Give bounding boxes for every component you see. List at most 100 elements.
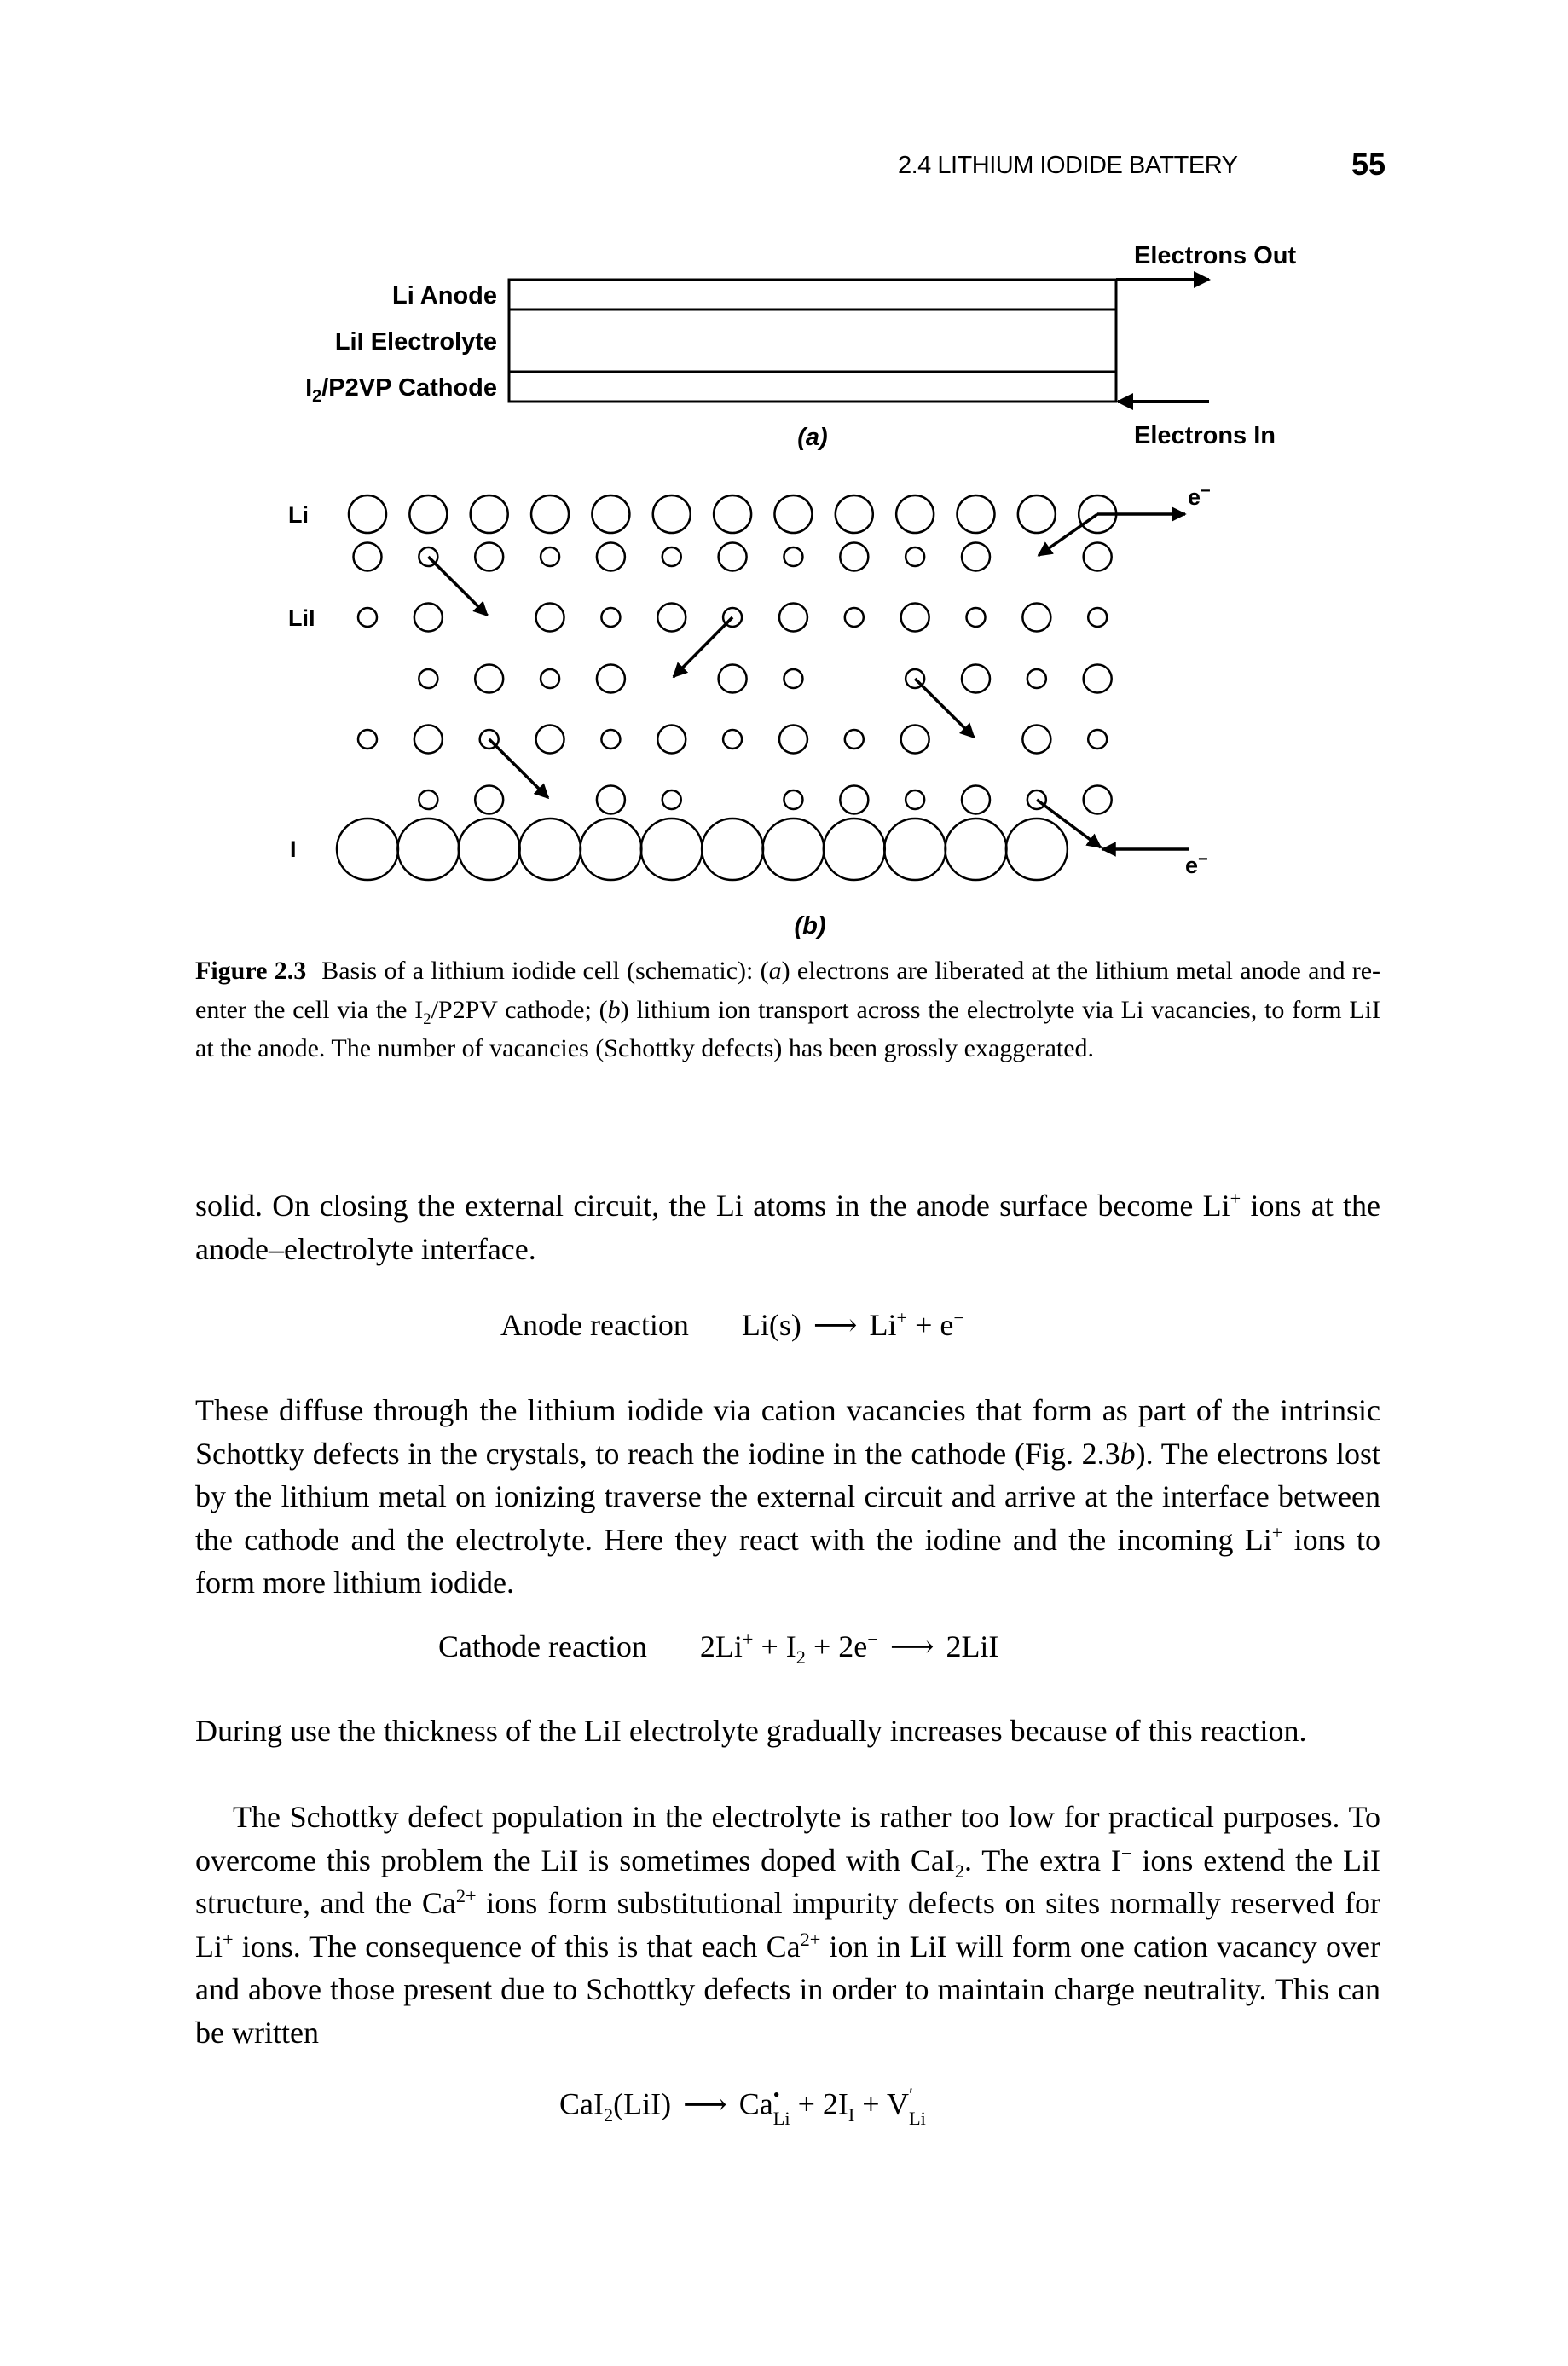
caption-figure-label: Figure 2.3 xyxy=(195,957,307,985)
anode-eq-li-sup: + xyxy=(896,1307,908,1328)
small-ion-site xyxy=(539,668,561,690)
defect-eq-plus2: + V xyxy=(854,2086,909,2121)
cathode-eq-label: Cathode reaction xyxy=(438,1629,647,1663)
electron-in-sup: − xyxy=(1198,850,1208,869)
electron-out-sup: − xyxy=(1201,482,1211,500)
p1-sup: + xyxy=(1230,1188,1241,1209)
row-label-li: Li xyxy=(288,502,309,528)
label-cathode-rest: /P2VP Cathode xyxy=(321,374,497,402)
large-ion-site xyxy=(1021,602,1052,633)
iodide-ion xyxy=(1004,817,1069,882)
cathode-eq-t1-sup: + xyxy=(742,1628,754,1650)
defect-eq-ca-sub: Li xyxy=(772,2108,790,2130)
vacancy-jump-arrows xyxy=(427,512,1099,800)
cathode-reaction-equation: Cathode reaction 2Li+ + I2 + 2e− ⟶ 2LiI xyxy=(438,1628,998,1667)
iodide-ion xyxy=(882,817,947,882)
defect-eq-v-scripts: ′ Li xyxy=(909,2085,926,2129)
small-ion-site xyxy=(1086,606,1108,628)
p4-sup1: − xyxy=(1120,1842,1132,1864)
caption-text-3: /P2PV cathode; ( xyxy=(431,995,608,1024)
small-ion-site xyxy=(661,546,682,568)
panel-a-cell-schematic: Li Anode LiI Electrolyte I2/P2VP Cathode… xyxy=(305,242,1296,451)
caption-a: a xyxy=(768,957,782,985)
small-ion-site xyxy=(661,789,682,811)
label-electrons-in: Electrons In xyxy=(1134,422,1276,449)
label-cathode: I2/P2VP Cathode xyxy=(305,374,497,406)
large-ion-site xyxy=(595,663,627,694)
large-ion-site xyxy=(960,663,992,694)
li-atom xyxy=(408,494,448,535)
cathode-eq-t3-sup: − xyxy=(867,1628,878,1650)
large-ion-site xyxy=(473,541,505,572)
large-ion-site xyxy=(1082,784,1113,815)
large-ion-site xyxy=(352,541,383,572)
label-lii-electrolyte: LiI Electrolyte xyxy=(335,328,497,356)
large-ion-site xyxy=(900,724,930,755)
anode-eq-arrow: ⟶ xyxy=(813,1308,858,1342)
li-atom xyxy=(1016,494,1057,535)
defect-eq-ca-scripts: • Li xyxy=(773,2085,790,2129)
large-ion-site xyxy=(839,784,870,815)
small-ion-site xyxy=(783,668,804,690)
anode-eq-plus-e: + e xyxy=(907,1308,954,1342)
p3-text: During use the thickness of the LiI elec… xyxy=(195,1714,1307,1748)
anode-eq-e-sup: − xyxy=(953,1307,964,1328)
large-ion-site xyxy=(778,602,809,633)
electron-in-diagonal-arrow xyxy=(1035,798,1102,849)
large-ion-site xyxy=(535,602,565,633)
li-atom xyxy=(347,494,388,535)
iodide-ion xyxy=(944,817,1008,882)
small-ion-site xyxy=(418,668,439,690)
cathode-eq-t2: + I xyxy=(753,1629,796,1663)
large-ion-site xyxy=(960,541,992,572)
panel-b-label: (b) xyxy=(794,912,825,940)
paragraph-1: solid. On closing the external circuit, … xyxy=(195,1184,1380,1270)
p4-sup3: + xyxy=(223,1928,234,1950)
cathode-eq-t3: + 2e xyxy=(805,1629,868,1663)
defect-equation: CaI2(LiI) ⟶ Ca • Li + 2II + V ′ Li xyxy=(559,2085,926,2129)
li-atom xyxy=(469,494,509,535)
large-ion-site xyxy=(413,724,444,755)
small-ion-site xyxy=(721,728,743,750)
defect-eq-v-sup: ′ xyxy=(908,2084,913,2105)
li-atom xyxy=(529,494,570,535)
panel-a-label: (a) xyxy=(797,424,827,451)
large-ion-site xyxy=(473,784,505,815)
small-ion-site xyxy=(783,789,804,811)
defect-eq-lhs-sub: 2 xyxy=(603,2103,614,2126)
p2-sup: + xyxy=(1271,1521,1283,1543)
large-ion-site xyxy=(413,602,444,633)
large-ion-site xyxy=(717,541,748,572)
small-ion-site xyxy=(418,789,439,811)
caption-b: b xyxy=(607,995,621,1024)
defect-eq-ca: Ca xyxy=(738,2086,773,2121)
p4-sup2: 2+ xyxy=(455,1885,477,1906)
electron-out-e: e xyxy=(1188,484,1201,510)
large-ion-site xyxy=(1082,541,1113,572)
small-ion-site xyxy=(904,789,926,811)
iodide-ion xyxy=(822,817,887,882)
anode-eq-li: Li xyxy=(869,1308,897,1342)
paragraph-4: The Schottky defect population in the el… xyxy=(195,1796,1380,2054)
cathode-eq-t2-sub: 2 xyxy=(796,1646,806,1669)
anode-eq-lhs: Li(s) xyxy=(741,1308,801,1342)
anode-reaction-equation: Anode reaction Li(s) ⟶ Li+ + e− xyxy=(500,1307,964,1343)
lattice-sites xyxy=(335,494,1118,882)
li-atom xyxy=(894,494,935,535)
figure-caption: Figure 2.3 Basis of a lithium iodide cell… xyxy=(195,952,1380,1068)
small-ion-site xyxy=(843,728,865,750)
small-ion-site xyxy=(904,546,926,568)
li-atom xyxy=(956,494,996,535)
electron-in-e: e xyxy=(1185,853,1198,878)
large-ion-site xyxy=(535,724,565,755)
row-label-i: I xyxy=(290,836,297,862)
small-ion-site xyxy=(539,546,561,568)
small-ion-site xyxy=(600,606,622,628)
electron-out-label: e− xyxy=(1188,482,1211,510)
electron-in-label: e− xyxy=(1185,850,1208,878)
large-ion-site xyxy=(1082,663,1113,694)
small-ion-site xyxy=(783,546,804,568)
small-ion-site xyxy=(843,606,865,628)
iodide-ion xyxy=(457,817,521,882)
p2-italic-b: b xyxy=(1120,1436,1136,1471)
